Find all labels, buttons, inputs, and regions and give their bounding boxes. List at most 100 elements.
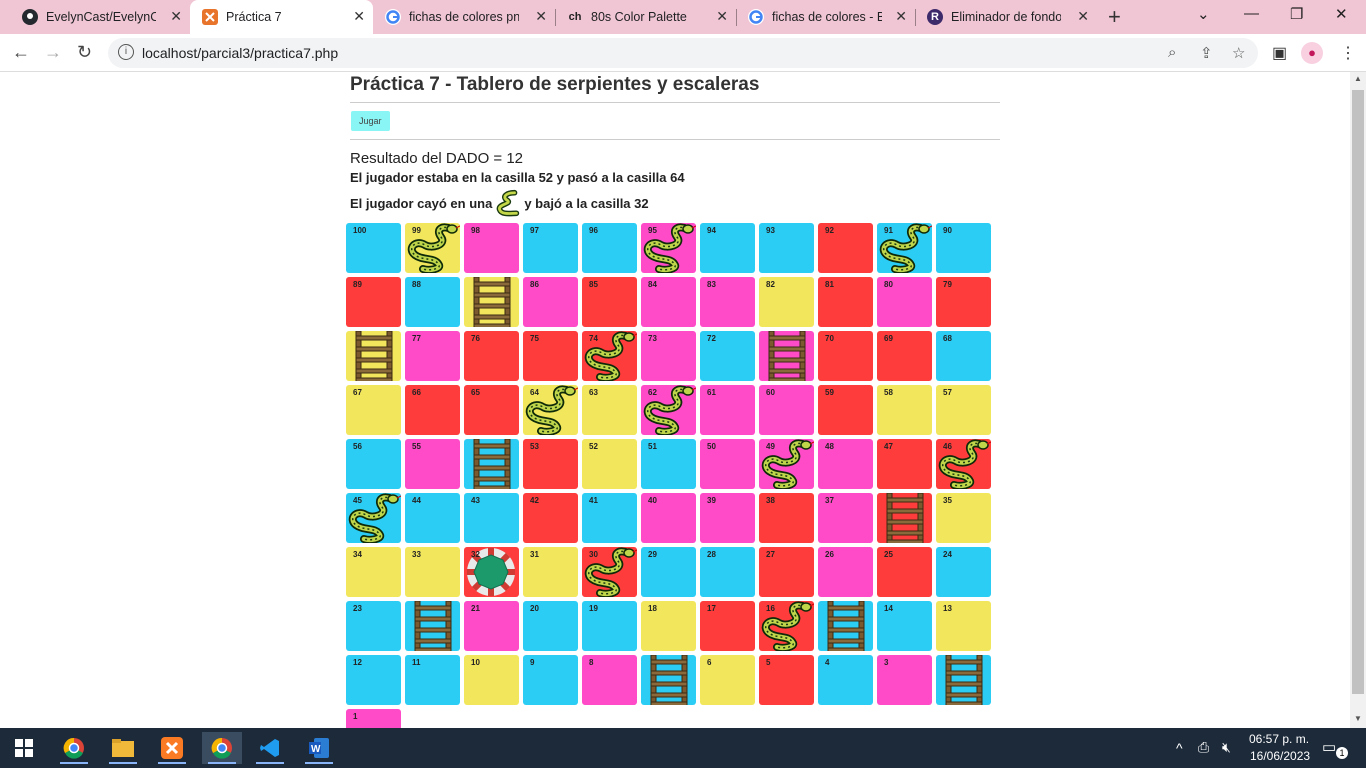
tab-search-icon[interactable]: ⌄ — [1197, 5, 1210, 23]
board-cell: 42 — [523, 493, 578, 543]
tab-close-icon[interactable]: ✕ — [170, 8, 182, 25]
board-cell: 98 — [464, 223, 519, 273]
back-icon[interactable]: ← — [12, 42, 30, 63]
chrome-icon[interactable] — [54, 732, 94, 764]
event-prefix: El jugador cayó en una — [350, 195, 493, 211]
file-explorer-icon[interactable] — [103, 732, 143, 764]
board-cell: 25 — [877, 547, 932, 597]
board-cell: 72 — [700, 331, 755, 381]
tab-0[interactable]: EvelynCast/EvelynCast ✕ — [10, 0, 190, 34]
tab-title: fichas de colores png — [409, 10, 519, 24]
minimize-button[interactable]: — — [1244, 5, 1259, 22]
start-button[interactable] — [4, 732, 44, 764]
tab-3[interactable]: ch 80s Color Palette ✕ — [555, 0, 736, 34]
cell-number: 34 — [353, 550, 362, 559]
tray-overflow-icon[interactable]: ^ — [1176, 740, 1183, 756]
close-window-button[interactable]: ✕ — [1335, 5, 1348, 23]
ladder-icon — [827, 601, 865, 651]
cell-number: 13 — [943, 604, 952, 613]
play-button[interactable]: Jugar — [351, 111, 390, 131]
board-cell: 52 — [582, 439, 637, 489]
tab-close-icon[interactable]: ✕ — [535, 8, 547, 25]
scrollbar-thumb[interactable] — [1352, 90, 1364, 694]
cell-number: 3 — [884, 658, 889, 667]
cell-number: 4 — [825, 658, 830, 667]
cell-number: 93 — [766, 226, 775, 235]
chrome-profile-icon[interactable] — [202, 732, 242, 764]
board-cell: 89 — [346, 277, 401, 327]
tab-4[interactable]: fichas de colores - Bús ✕ — [736, 0, 915, 34]
scroll-down-icon[interactable]: ▼ — [1354, 714, 1362, 723]
tab-close-icon[interactable]: ✕ — [1077, 8, 1089, 25]
maximize-button[interactable]: ❐ — [1290, 5, 1303, 23]
profile-avatar-icon[interactable]: ● — [1301, 42, 1323, 64]
cell-number: 18 — [648, 604, 657, 613]
cell-number: 28 — [707, 550, 716, 559]
cell-number: 66 — [412, 388, 421, 397]
vscode-icon[interactable] — [250, 732, 290, 764]
cell-number: 63 — [589, 388, 598, 397]
cell-number: 5 — [766, 658, 771, 667]
side-panel-icon[interactable]: ▣ — [1272, 43, 1287, 63]
xampp-icon[interactable] — [152, 732, 192, 764]
vertical-scrollbar[interactable]: ▲ ▼ — [1350, 72, 1366, 728]
cell-number: 73 — [648, 334, 657, 343]
bookmark-star-icon[interactable]: ☆ — [1232, 44, 1245, 62]
cell-number: 95 — [648, 226, 657, 235]
tab-1[interactable]: Práctica 7 ✕ — [190, 0, 373, 34]
clock-date[interactable]: 16/06/2023 — [1250, 749, 1310, 763]
tab-2[interactable]: fichas de colores png ✕ — [373, 0, 555, 34]
tab-5[interactable]: R Eliminador de fondos ✕ — [915, 0, 1097, 34]
address-bar[interactable]: i localhost/parcial3/practica7.php ⌕ ⇪ ☆ — [108, 38, 1258, 68]
cell-number: 48 — [825, 442, 834, 451]
volume-muted-icon[interactable]: 🔇︎ — [1222, 739, 1231, 756]
cell-number: 75 — [530, 334, 539, 343]
menu-kebab-icon[interactable]: ⋮ — [1340, 43, 1356, 63]
cell-number: 85 — [589, 280, 598, 289]
site-info-icon[interactable]: i — [118, 44, 134, 60]
tab-close-icon[interactable]: ✕ — [716, 8, 728, 25]
forward-icon[interactable]: → — [44, 42, 62, 63]
notification-count: 1 — [1336, 747, 1348, 759]
cell-number: 86 — [530, 280, 539, 289]
new-tab-button[interactable]: + — [1108, 4, 1121, 30]
notifications-icon[interactable]: ▭ — [1322, 738, 1336, 756]
board-cell — [641, 655, 696, 705]
zoom-icon[interactable]: ⌕ — [1168, 44, 1176, 61]
board-cell: 45 — [346, 493, 401, 543]
board-cell: 70 — [818, 331, 873, 381]
xampp-icon — [202, 9, 218, 25]
board-cell: 37 — [818, 493, 873, 543]
tab-close-icon[interactable]: ✕ — [895, 8, 907, 25]
cell-number: 21 — [471, 604, 480, 613]
network-icon[interactable]: ⎙ — [1198, 739, 1209, 756]
board-cell: 12 — [346, 655, 401, 705]
share-icon[interactable]: ⇪ — [1200, 44, 1213, 62]
scroll-up-icon[interactable]: ▲ — [1354, 74, 1362, 83]
cell-number: 68 — [943, 334, 952, 343]
cell-number: 79 — [943, 280, 952, 289]
cell-number: 17 — [707, 604, 716, 613]
cell-number: 32 — [471, 550, 480, 559]
ladder-icon — [414, 601, 452, 651]
url-text[interactable]: localhost/parcial3/practica7.php — [142, 45, 338, 61]
board-cell: 97 — [523, 223, 578, 273]
cell-number: 42 — [530, 496, 539, 505]
dice-result: Resultado del DADO = 12 — [350, 150, 524, 167]
cell-number: 100 — [353, 226, 367, 235]
clock-time[interactable]: 06:57 p. m. — [1249, 732, 1309, 746]
cell-number: 53 — [530, 442, 539, 451]
tab-close-icon[interactable]: ✕ — [353, 8, 365, 25]
cell-number: 39 — [707, 496, 716, 505]
word-icon[interactable]: W — [299, 732, 339, 764]
cell-number: 37 — [825, 496, 834, 505]
board-cell: 5 — [759, 655, 814, 705]
board-cell: 43 — [464, 493, 519, 543]
board-cell: 38 — [759, 493, 814, 543]
ladder-icon — [473, 277, 511, 327]
cell-number: 33 — [412, 550, 421, 559]
reload-icon[interactable]: ↻ — [77, 42, 92, 63]
ladder-icon — [650, 655, 688, 705]
board-cell: 94 — [700, 223, 755, 273]
board-cell: 27 — [759, 547, 814, 597]
